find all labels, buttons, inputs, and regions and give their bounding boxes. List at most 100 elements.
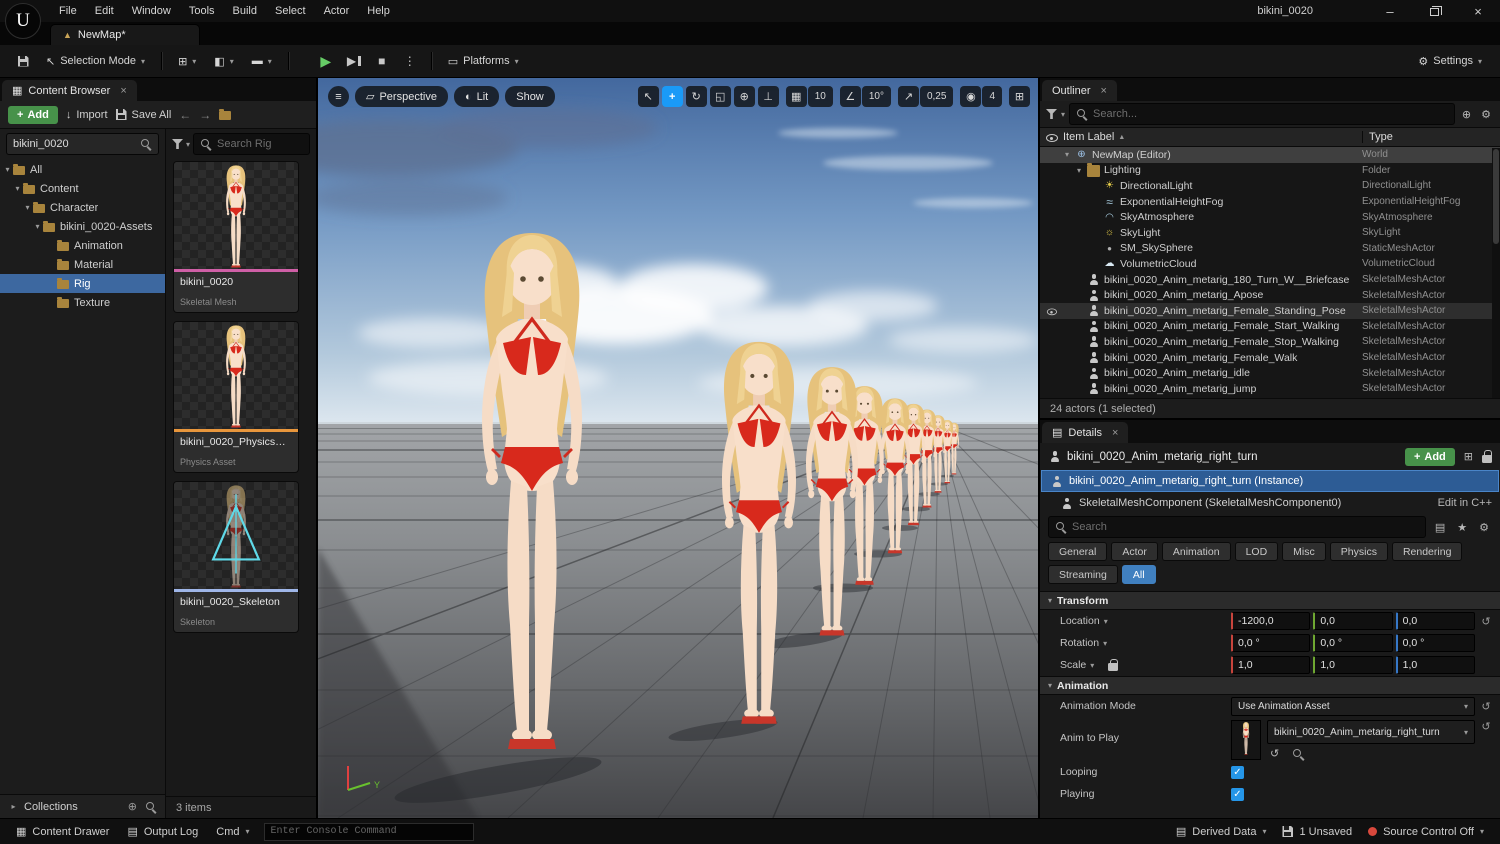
- cmd-dropdown[interactable]: Cmd▾: [208, 819, 257, 844]
- filter-icon[interactable]: [1046, 109, 1057, 119]
- viewport-3d-scene[interactable]: Y: [318, 78, 1038, 818]
- add-collection-icon[interactable]: ⊕: [128, 800, 137, 813]
- scale-lock-icon[interactable]: [1108, 663, 1118, 671]
- asset-card[interactable]: bikini_0020_Skeleton Skeleton: [174, 482, 298, 632]
- blueprints-dropdown[interactable]: ◧▾: [206, 49, 241, 73]
- cinematics-dropdown[interactable]: ▬▾: [244, 49, 280, 73]
- collections-section[interactable]: ▸ Collections ⊕: [0, 794, 165, 818]
- item-label-column-header[interactable]: Item Label ▲: [1063, 131, 1362, 143]
- scale-snap-button[interactable]: ↗: [898, 86, 919, 107]
- looping-checkbox[interactable]: ✓: [1231, 766, 1244, 779]
- outliner-row[interactable]: SkyAtmosphere SkyAtmosphere: [1040, 209, 1500, 225]
- filter-chip[interactable]: All: [1122, 565, 1156, 584]
- scale-z-field[interactable]: 1,0: [1396, 656, 1475, 674]
- select-tool-button[interactable]: ↖: [638, 86, 659, 107]
- back-button[interactable]: ←: [179, 108, 191, 122]
- output-log-button[interactable]: ▤Output Log: [119, 819, 206, 844]
- expander-arrow[interactable]: ▾: [32, 222, 43, 231]
- stop-button[interactable]: ■: [369, 49, 395, 73]
- scale-tool-button[interactable]: ◱: [710, 86, 731, 107]
- outliner-row[interactable]: bikini_0020_Anim_metarig_idle SkeletalMe…: [1040, 365, 1500, 381]
- asset-card[interactable]: bikini_0020 Skeletal Mesh: [174, 162, 298, 312]
- close-button[interactable]: ×: [1456, 0, 1500, 22]
- favorites-star-icon[interactable]: ★: [1454, 521, 1470, 534]
- outliner-row[interactable]: bikini_0020_Anim_metarig_Female_Stop_Wal…: [1040, 334, 1500, 350]
- animation-asset-thumbnail[interactable]: [1231, 720, 1261, 760]
- expander-arrow[interactable]: ▾: [1077, 166, 1087, 175]
- details-search-input[interactable]: [1072, 521, 1419, 533]
- menu-item[interactable]: Actor: [315, 1, 359, 21]
- outliner-row[interactable]: SM_SkySphere StaticMeshActor: [1040, 241, 1500, 257]
- expander-arrow[interactable]: ▾: [1065, 150, 1075, 159]
- filter-icon[interactable]: [172, 139, 183, 149]
- unsaved-button[interactable]: 1 Unsaved: [1274, 826, 1360, 838]
- folder-tree-item[interactable]: ▾ bikini_0020-Assets: [0, 217, 165, 236]
- outliner-scrollbar[interactable]: [1492, 148, 1500, 398]
- perspective-dropdown[interactable]: ▱Perspective: [355, 86, 448, 107]
- add-button[interactable]: + Add: [8, 106, 58, 124]
- platforms-dropdown[interactable]: ▭ Platforms ▾: [440, 49, 527, 73]
- outliner-row[interactable]: DirectionalLight DirectionalLight: [1040, 178, 1500, 194]
- selection-mode-dropdown[interactable]: ↖ Selection Mode ▾: [38, 49, 153, 73]
- filter-chip[interactable]: LOD: [1235, 542, 1279, 561]
- outliner-row[interactable]: bikini_0020_Anim_metarig_Female_Standing…: [1040, 303, 1500, 319]
- details-tab[interactable]: ▤ Details ×: [1042, 422, 1128, 443]
- expander-arrow[interactable]: ▾: [2, 165, 13, 174]
- viewport[interactable]: Y ≡ ▱Perspective ◐Lit Show ↖ + ↻ ◱ ⊕ ⊥ ▦…: [318, 78, 1038, 818]
- playing-checkbox[interactable]: ✓: [1231, 788, 1244, 801]
- level-tab[interactable]: ▲ NewMap*: [50, 24, 200, 45]
- scale-snap-value[interactable]: 0,25: [920, 86, 953, 107]
- settings-dropdown[interactable]: ⚙ Settings ▾: [1410, 49, 1490, 73]
- visibility-column-icon[interactable]: [1045, 131, 1058, 143]
- outliner-row[interactable]: bikini_0020_Anim_metarig_Apose SkeletalM…: [1040, 287, 1500, 303]
- show-dropdown[interactable]: Show: [505, 86, 555, 107]
- rotate-tool-button[interactable]: ↻: [686, 86, 707, 107]
- scale-label[interactable]: Scale▾: [1060, 659, 1228, 671]
- reset-animation-mode-icon[interactable]: ↺: [1478, 700, 1494, 713]
- menu-item[interactable]: Help: [358, 1, 399, 21]
- menu-item[interactable]: Select: [266, 1, 315, 21]
- lit-dropdown[interactable]: ◐Lit: [454, 86, 499, 107]
- folder-tree-item[interactable]: Texture: [0, 293, 165, 312]
- frame-skip-button[interactable]: ▶: [341, 49, 367, 73]
- menu-item[interactable]: Build: [224, 1, 266, 21]
- rotation-label[interactable]: Rotation▾: [1060, 637, 1228, 649]
- asset-search-input[interactable]: [217, 138, 303, 150]
- menu-item[interactable]: Edit: [86, 1, 123, 21]
- menu-item[interactable]: File: [50, 1, 86, 21]
- visibility-eye-icon[interactable]: [1046, 306, 1057, 316]
- lock-icon[interactable]: [1482, 455, 1492, 463]
- add-component-button[interactable]: + Add: [1405, 448, 1455, 466]
- rotation-x-field[interactable]: 0,0 °: [1231, 634, 1310, 652]
- close-tab-icon[interactable]: ×: [120, 85, 126, 97]
- content-drawer-button[interactable]: ▦Content Drawer: [8, 819, 117, 844]
- filter-chip[interactable]: Physics: [1330, 542, 1388, 561]
- console-command-input[interactable]: [264, 823, 474, 841]
- folder-tree-item[interactable]: Animation: [0, 236, 165, 255]
- anim-to-play-dropdown[interactable]: bikini_0020_Anim_metarig_right_turn ▾: [1267, 720, 1475, 744]
- grid-snap-value[interactable]: 10: [808, 86, 833, 107]
- outliner-row[interactable]: bikini_0020_Anim_metarig_180_Turn_W__Bri…: [1040, 272, 1500, 288]
- folder-tree-item[interactable]: ▾ Content: [0, 179, 165, 198]
- location-z-field[interactable]: 0,0: [1396, 612, 1475, 630]
- outliner-row[interactable]: SkyLight SkyLight: [1040, 225, 1500, 241]
- play-button[interactable]: ▶: [313, 49, 339, 73]
- camera-speed-button[interactable]: ◉: [960, 86, 981, 107]
- folder-tree-item[interactable]: ▾ Character: [0, 198, 165, 217]
- rotation-snap-value[interactable]: 10°: [862, 86, 891, 107]
- filter-chip[interactable]: Streaming: [1048, 565, 1118, 584]
- source-control-button[interactable]: Source Control Off▾: [1360, 826, 1492, 838]
- instance-row[interactable]: bikini_0020_Anim_metarig_right_turn (Ins…: [1041, 470, 1499, 492]
- minimize-button[interactable]: –: [1368, 0, 1412, 22]
- save-all-button[interactable]: Save All: [116, 109, 172, 121]
- path-filter[interactable]: bikini_0020: [6, 133, 159, 155]
- filter-chip[interactable]: Rendering: [1392, 542, 1462, 561]
- browse-components-icon[interactable]: ⊞: [1461, 450, 1476, 463]
- outliner-tab[interactable]: Outliner ×: [1042, 80, 1117, 101]
- transform-section-header[interactable]: ▾ Transform: [1040, 591, 1500, 610]
- outliner-settings-icon[interactable]: ⚙: [1478, 108, 1494, 121]
- reset-location-icon[interactable]: ↺: [1478, 615, 1494, 628]
- outliner-row[interactable]: ▾ Lighting Folder: [1040, 163, 1500, 179]
- use-selected-asset-icon[interactable]: ↺: [1267, 747, 1282, 760]
- filter-chip[interactable]: Actor: [1111, 542, 1158, 561]
